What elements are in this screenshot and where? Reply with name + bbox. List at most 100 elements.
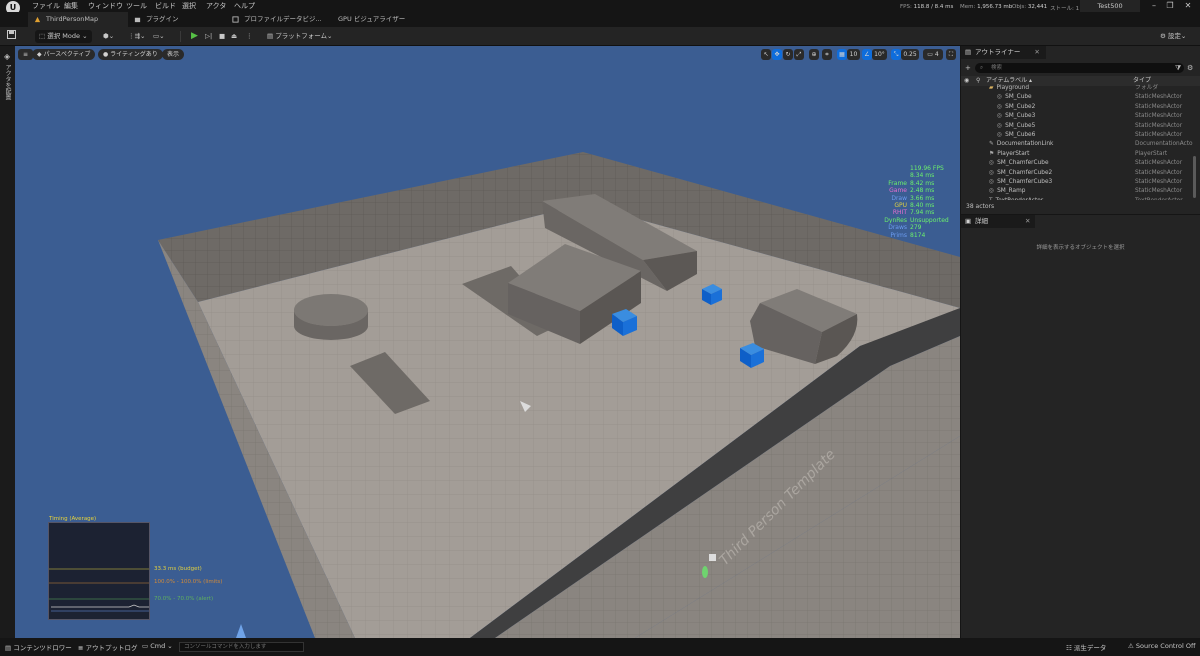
surface-snap-icon[interactable]: ⌗ bbox=[822, 49, 832, 60]
outliner-row-type: StaticMeshActor bbox=[1135, 160, 1183, 167]
outliner-row[interactable]: ▰ Playground フォルダ bbox=[961, 84, 1194, 93]
left-side-strip: ◈ アクタを配置 bbox=[0, 46, 15, 638]
perspective-button[interactable]: ◆ パースペクティブ bbox=[32, 49, 96, 60]
outliner-scrollbar[interactable] bbox=[1193, 156, 1196, 198]
stop-icon[interactable]: ■ bbox=[219, 30, 225, 43]
grid-snap-icon[interactable]: ▦ bbox=[837, 49, 847, 60]
viewport-menu-button[interactable]: ≡ bbox=[18, 49, 34, 60]
place-actors-label[interactable]: アクタを配置 bbox=[3, 64, 12, 100]
tab-gpu-visualizer[interactable]: GPU ビジュアライザー bbox=[320, 12, 415, 27]
tab-details[interactable]: ▣ 詳細 ✕ bbox=[961, 215, 1035, 228]
output-log-button[interactable]: ≣ アウトプットログ bbox=[78, 642, 138, 652]
outliner-row[interactable]: ◎ SM_ChamferCube3 StaticMeshActor bbox=[961, 178, 1194, 187]
play-options-icon[interactable]: ⋮ bbox=[246, 30, 253, 43]
eject-icon[interactable]: ⏏ bbox=[231, 30, 237, 43]
toolbar-divider bbox=[180, 31, 181, 42]
close-icon[interactable]: ✕ bbox=[1182, 0, 1194, 12]
tab-profile-data[interactable]: プロファイルデータビジ... bbox=[226, 12, 326, 27]
world-space-icon[interactable]: ⊕ bbox=[809, 49, 819, 60]
perf-value: 279 bbox=[910, 224, 922, 232]
close-outliner-icon[interactable]: ✕ bbox=[1034, 48, 1039, 56]
platform-button[interactable]: ▤ プラットフォーム⌄ bbox=[267, 30, 333, 43]
add-content-button[interactable]: ⬢⌄ bbox=[103, 30, 114, 43]
rotation-snap-icon[interactable]: ∠ bbox=[862, 49, 872, 60]
scale-snap-icon[interactable]: ⤡ bbox=[891, 49, 901, 60]
scene-render[interactable]: Third Person Template bbox=[15, 46, 960, 638]
move-tool-icon[interactable]: ✥ bbox=[772, 49, 782, 60]
close-details-icon[interactable]: ✕ bbox=[1025, 215, 1030, 228]
mode-selector[interactable]: ⬚ 選択 Mode ⌄ bbox=[35, 30, 92, 43]
scale-snap-value[interactable]: 0.25 bbox=[901, 49, 919, 60]
doc-link-icon[interactable] bbox=[709, 554, 716, 561]
select-tool-icon[interactable]: ↖ bbox=[761, 49, 771, 60]
step-icon[interactable]: ▷| bbox=[205, 30, 212, 43]
outliner-row[interactable]: ◎ SM_Ramp StaticMeshActor bbox=[961, 187, 1194, 196]
tab-plugins[interactable]: プラグイン bbox=[128, 12, 223, 27]
perf-row: DynRes Unsupported bbox=[883, 217, 948, 224]
outliner-row[interactable]: ◎ SM_ChamferCube2 StaticMeshActor bbox=[961, 169, 1194, 178]
settings-button[interactable]: ⚙ 設定⌄ bbox=[1160, 30, 1186, 43]
content-drawer-button[interactable]: ▤ コンテンツドロワー bbox=[5, 642, 72, 652]
play-button[interactable]: ▶ bbox=[191, 30, 198, 43]
graph-range-2: 70.0% - 70.0% (alert) bbox=[154, 596, 214, 602]
select-arrow-icon: ⬚ bbox=[39, 32, 46, 40]
tab-outliner[interactable]: ▤ アウトライナー ✕ bbox=[961, 46, 1046, 59]
derived-data-button[interactable]: ☷ 派生データ bbox=[1066, 642, 1106, 652]
source-control-button[interactable]: ⚠ Source Control Off bbox=[1128, 642, 1195, 650]
outliner-row-label: SM_Ramp bbox=[997, 188, 1026, 195]
console-command-input[interactable]: コンソールコマンドを入力します bbox=[179, 642, 304, 652]
outliner-row[interactable]: ◎ SM_Cube StaticMeshActor bbox=[961, 93, 1194, 102]
menu-help[interactable]: ヘルプ bbox=[234, 1, 255, 11]
blueprint-button[interactable]: ⋮⇶⌄ bbox=[128, 30, 145, 43]
menu-edit[interactable]: 編集 bbox=[64, 1, 78, 11]
perf-row: GPU 8.40 ms bbox=[883, 202, 949, 209]
outliner-row[interactable]: ⚑ PlayerStart PlayerStart bbox=[961, 150, 1194, 159]
filter-icon[interactable]: ⧩ bbox=[1175, 64, 1181, 73]
perf-value: 3.66 ms bbox=[910, 194, 935, 202]
add-icon[interactable]: + bbox=[965, 64, 971, 72]
save-icon[interactable] bbox=[7, 30, 16, 43]
cinematics-button[interactable]: ▭⌄ bbox=[153, 30, 165, 43]
cmd-selector[interactable]: ▭ Cmd ⌄ bbox=[142, 642, 173, 650]
menu-tools[interactable]: ツール bbox=[126, 1, 147, 11]
menu-file[interactable]: ファイル bbox=[32, 1, 60, 11]
rotate-tool-icon[interactable]: ↻ bbox=[783, 49, 793, 60]
mesh-icon: ◎ bbox=[989, 169, 995, 176]
outliner-row[interactable]: TTextRenderActorTextRenderActor bbox=[961, 197, 1194, 200]
outliner-row[interactable]: ◎ SM_Cube2 StaticMeshActor bbox=[961, 103, 1194, 112]
outliner-row[interactable]: ◎ SM_Cube6 StaticMeshActor bbox=[961, 131, 1194, 140]
outliner-row[interactable]: ◎ SM_Cube3 StaticMeshActor bbox=[961, 112, 1194, 121]
restore-icon[interactable]: ❐ bbox=[1164, 0, 1176, 12]
menu-build[interactable]: ビルド bbox=[155, 1, 176, 11]
outliner-row-label: DocumentationLink bbox=[996, 141, 1054, 148]
level-viewport[interactable]: Third Person Template ≡ ◆ パースペクティブ ● ライテ… bbox=[15, 46, 960, 638]
show-button[interactable]: 表示 bbox=[162, 49, 185, 60]
outliner-row[interactable]: ✎ DocumentationLink DocumentationActo bbox=[961, 140, 1194, 149]
menu-actor[interactable]: アクタ bbox=[206, 1, 226, 11]
profile-icon bbox=[232, 16, 239, 23]
lighting-button[interactable]: ● ライティングあり bbox=[98, 49, 163, 60]
outliner-row-type: StaticMeshActor bbox=[1135, 113, 1183, 120]
mesh-icon: ◎ bbox=[997, 94, 1003, 101]
scale-tool-icon[interactable]: ⤢ bbox=[794, 49, 804, 60]
menu-window[interactable]: ウィンドウ bbox=[88, 1, 123, 11]
place-actors-icon[interactable]: ◈ bbox=[4, 52, 10, 61]
outliner-search-input[interactable]: ⌕ 検索 bbox=[975, 63, 1184, 73]
tab-third-person-map[interactable]: ThirdPersonMap bbox=[28, 12, 128, 27]
grid-snap-value[interactable]: 10 bbox=[847, 49, 860, 60]
graph-range-1: 100.0% - 100.0% (limits) bbox=[154, 579, 223, 585]
timing-graph: Timing (Average) 33.3 ms (budget) 100.0%… bbox=[48, 516, 222, 620]
rotation-snap-value[interactable]: 10° bbox=[872, 49, 887, 60]
search-icon: ⌕ bbox=[980, 65, 984, 71]
outliner-settings-icon[interactable]: ⚙ bbox=[1187, 64, 1193, 72]
menu-select[interactable]: 選択 bbox=[182, 1, 196, 11]
perf-row: Draw 3.66 ms bbox=[883, 195, 949, 202]
perf-value: 8.42 ms bbox=[910, 179, 935, 187]
camera-speed-button[interactable]: ▭ 4 bbox=[923, 49, 943, 60]
outliner-row[interactable]: ◎ SM_Cube5 StaticMeshActor bbox=[961, 122, 1194, 131]
minimize-icon[interactable]: – bbox=[1148, 0, 1160, 12]
maximize-viewport-icon[interactable]: ⛶ bbox=[946, 49, 956, 60]
outliner-row-label: SM_Cube3 bbox=[1005, 113, 1036, 120]
outliner-row[interactable]: ◎ SM_ChamferCube StaticMeshActor bbox=[961, 159, 1194, 168]
menu-bar: U ファイル 編集 ウィンドウ ツール ビルド 選択 アクタ ヘルプ FPS: … bbox=[0, 0, 1200, 15]
